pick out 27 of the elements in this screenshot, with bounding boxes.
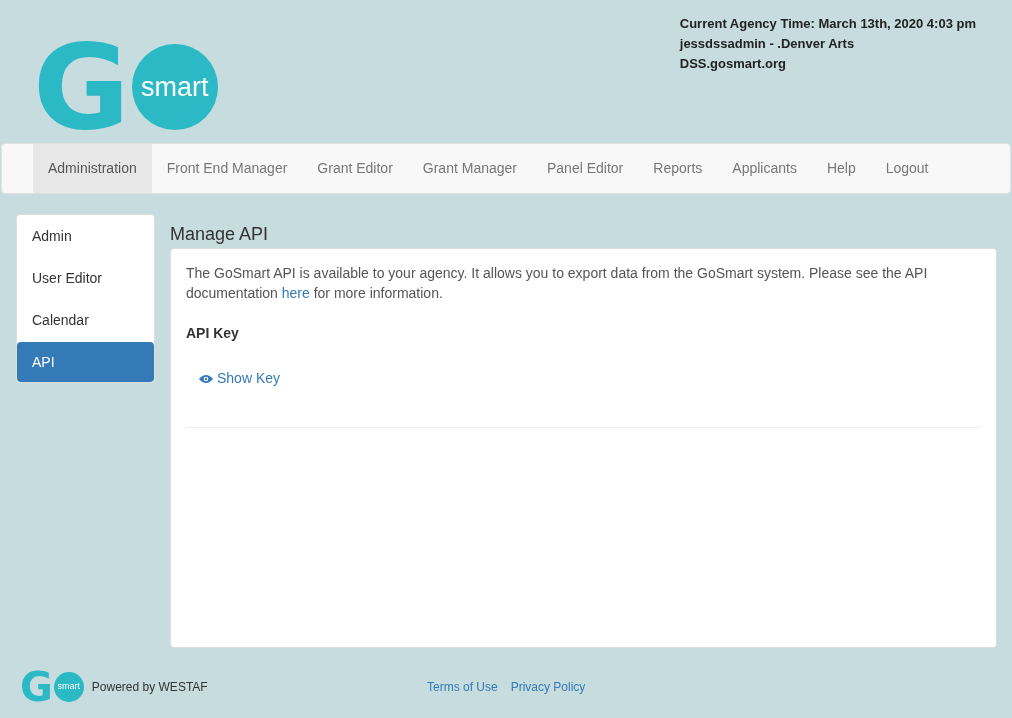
sidebar-item[interactable]: Calendar [17,299,154,341]
sidebar-item[interactable]: User Editor [17,257,154,299]
nav-tab[interactable]: Grant Editor [302,144,408,193]
logo-letter: G [20,667,53,707]
show-key-link[interactable]: Show Key [199,368,281,389]
documentation-link[interactable]: here [281,285,310,301]
nav-tab[interactable]: Grant Manager [407,144,532,193]
page-title: Manage API [170,223,270,246]
nav-tab[interactable]: Reports [638,144,718,193]
powered-by-text: Powered by WESTAF [91,679,208,696]
api-key-label: API Key [186,324,240,343]
logo-letter: G [33,28,130,146]
nav-tab[interactable]: Logout [870,144,944,193]
api-description: The GoSmart API is available to your agency. It allows you to export data from the GoSmart system. Please see the API documentation here for more information. [186,264,929,303]
nav-tab[interactable]: Administration [33,144,152,193]
footer-link[interactable]: Privacy Policy [510,678,586,696]
nav-tab[interactable]: Help [811,144,871,193]
footer-link[interactable]: Terms of Use [427,678,498,696]
nav-tab[interactable]: Applicants [717,144,812,193]
nav-tab[interactable]: Front End Manager [151,144,303,193]
sidebar-item[interactable]: API [17,342,154,382]
eye-icon [199,373,213,384]
sidebar-item[interactable]: Admin [17,215,154,257]
header-info-text: Current Agency Time: March 13th, 2020 4:03 pm [679,15,976,33]
header-info-text: DSS.gosmart.org [679,55,787,73]
header-info-text: jessdssadmin - .Denver Arts [679,35,856,53]
nav-tab[interactable]: Panel Editor [532,144,639,193]
